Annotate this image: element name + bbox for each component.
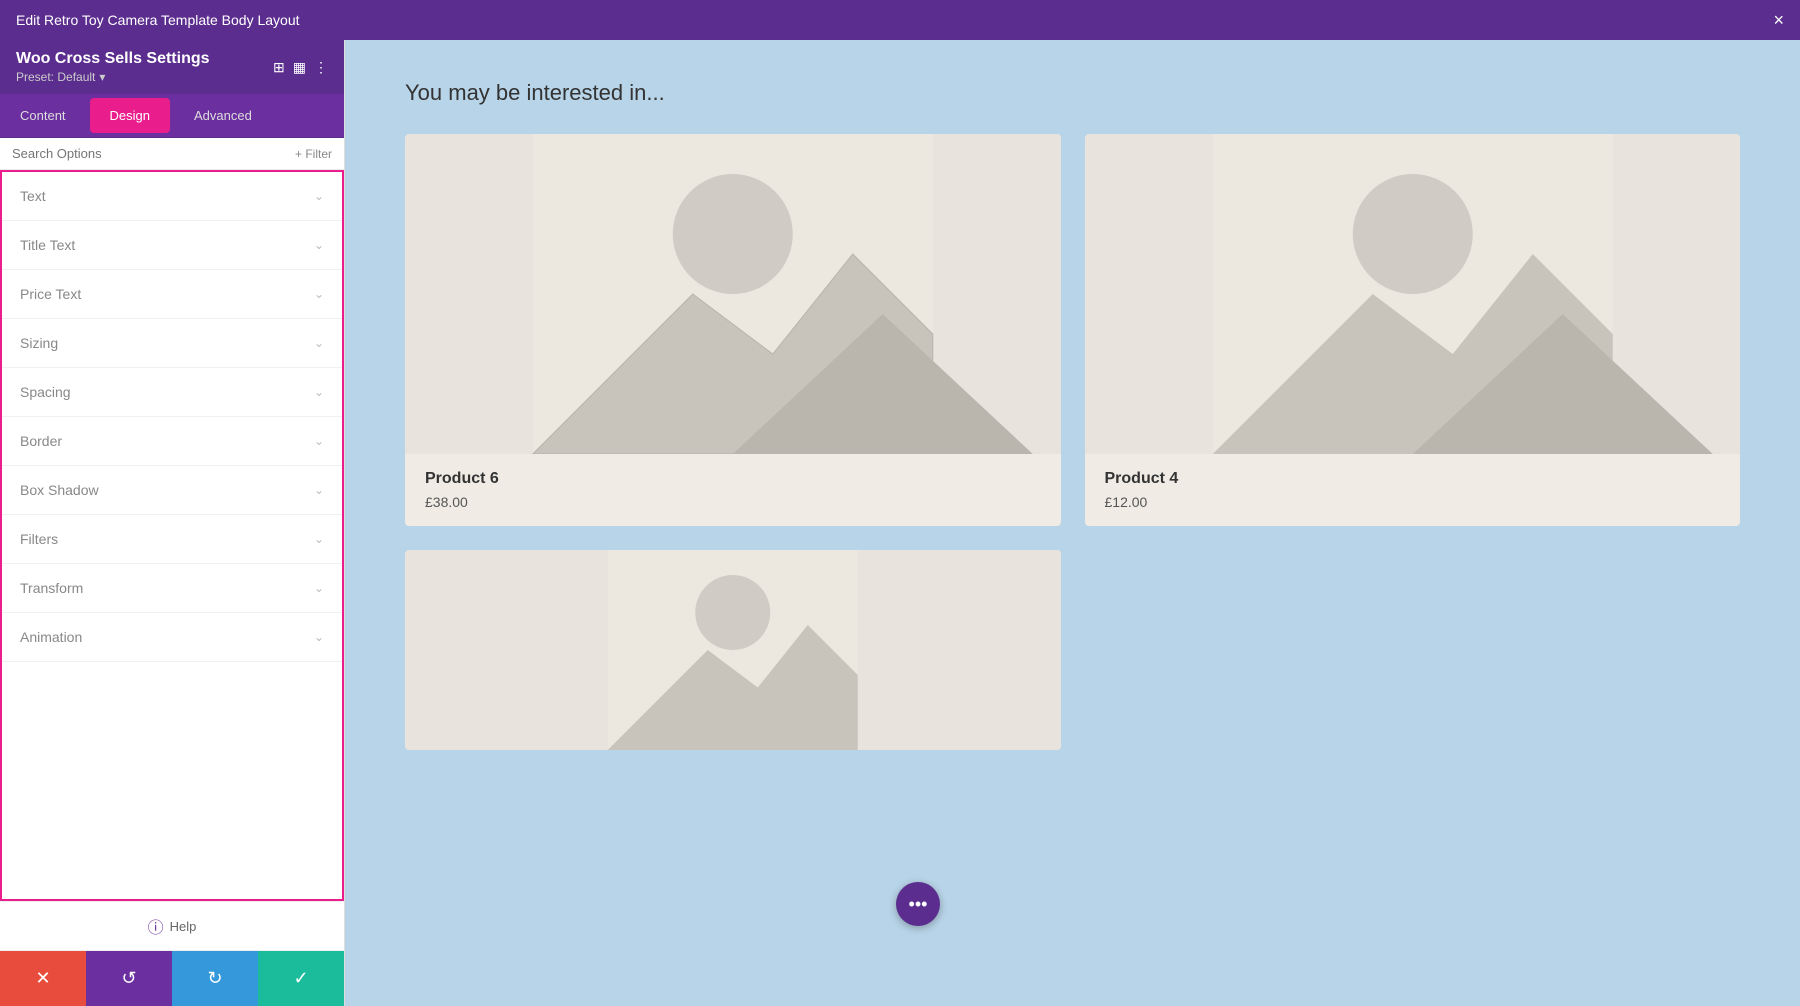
redo-button[interactable]: ↻ — [172, 951, 258, 1006]
product-name-4: Product 4 — [1105, 470, 1721, 488]
tab-content[interactable]: Content — [0, 94, 86, 137]
product-info-6: Product 6 £38.00 — [405, 454, 1061, 526]
chevron-down-icon: ⌄ — [314, 483, 324, 497]
option-animation[interactable]: Animation ⌄ — [2, 613, 342, 662]
chevron-down-icon: ⌄ — [314, 336, 324, 350]
chevron-down-icon: ⌄ — [314, 581, 324, 595]
chevron-down-icon: ⌄ — [314, 238, 324, 252]
product-price-4: £12.00 — [1105, 494, 1721, 510]
module-header: Woo Cross Sells Settings Preset: Default… — [0, 40, 344, 94]
filter-button[interactable]: + Filter — [295, 147, 332, 161]
top-bar: Edit Retro Toy Camera Template Body Layo… — [0, 0, 1800, 40]
product-image-4 — [1085, 134, 1741, 454]
product-card-4: Product 4 £12.00 — [1085, 134, 1741, 526]
options-list: Text ⌄ Title Text ⌄ Price Text ⌄ Sizing … — [0, 170, 344, 901]
grid-icon-button[interactable]: ▦ — [293, 59, 306, 76]
fab-more-button[interactable]: ••• — [896, 882, 940, 926]
product-price-6: £38.00 — [425, 494, 1041, 510]
undo-button[interactable]: ↺ — [86, 951, 172, 1006]
tab-advanced[interactable]: Advanced — [174, 94, 272, 137]
bottom-toolbar: ✕ ↺ ↻ ✓ — [0, 950, 344, 1006]
right-content: You may be interested in... Product 6 £3… — [345, 40, 1800, 1006]
product-image-3 — [405, 550, 1061, 750]
window-title: Edit Retro Toy Camera Template Body Layo… — [16, 12, 300, 28]
help-label[interactable]: Help — [170, 919, 197, 934]
save-button[interactable]: ✓ — [258, 951, 344, 1006]
section-title: You may be interested in... — [405, 80, 1740, 106]
option-title-text[interactable]: Title Text ⌄ — [2, 221, 342, 270]
product-name-6: Product 6 — [425, 470, 1041, 488]
option-sizing[interactable]: Sizing ⌄ — [2, 319, 342, 368]
product-card-3 — [405, 550, 1061, 750]
option-price-text[interactable]: Price Text ⌄ — [2, 270, 342, 319]
search-input[interactable] — [12, 146, 295, 161]
close-button[interactable]: ✕ — [0, 951, 86, 1006]
main-layout: Woo Cross Sells Settings Preset: Default… — [0, 40, 1800, 1006]
product-info-4: Product 4 £12.00 — [1085, 454, 1741, 526]
chevron-down-icon: ⌄ — [314, 630, 324, 644]
module-preset: Preset: Default ▾ — [16, 70, 210, 84]
tab-design[interactable]: Design — [90, 98, 170, 133]
option-box-shadow[interactable]: Box Shadow ⌄ — [2, 466, 342, 515]
left-panel: Woo Cross Sells Settings Preset: Default… — [0, 40, 345, 1006]
more-icon-button[interactable]: ⋮ — [314, 59, 328, 76]
search-bar: + Filter — [0, 138, 344, 170]
option-border[interactable]: Border ⌄ — [2, 417, 342, 466]
tabs-bar: Content Design Advanced — [0, 94, 344, 138]
window-close-button[interactable]: × — [1773, 10, 1784, 31]
copy-icon-button[interactable]: ⊞ — [273, 59, 285, 76]
chevron-down-icon: ⌄ — [314, 287, 324, 301]
module-icons: ⊞ ▦ ⋮ — [273, 59, 328, 76]
option-transform[interactable]: Transform ⌄ — [2, 564, 342, 613]
chevron-down-icon: ⌄ — [314, 532, 324, 546]
product-grid: Product 6 £38.00 Product 4 £12.00 — [405, 134, 1740, 750]
option-spacing[interactable]: Spacing ⌄ — [2, 368, 342, 417]
help-icon: ⓘ — [148, 914, 164, 938]
help-section: ⓘ Help — [0, 901, 344, 950]
chevron-down-icon: ⌄ — [314, 434, 324, 448]
chevron-down-icon: ⌄ — [314, 385, 324, 399]
option-text[interactable]: Text ⌄ — [2, 172, 342, 221]
more-dots-icon: ••• — [909, 894, 928, 915]
product-card-6: Product 6 £38.00 — [405, 134, 1061, 526]
module-title: Woo Cross Sells Settings — [16, 50, 210, 68]
product-image-6 — [405, 134, 1061, 454]
chevron-down-icon: ⌄ — [314, 189, 324, 203]
module-header-left: Woo Cross Sells Settings Preset: Default… — [16, 50, 210, 84]
option-filters[interactable]: Filters ⌄ — [2, 515, 342, 564]
